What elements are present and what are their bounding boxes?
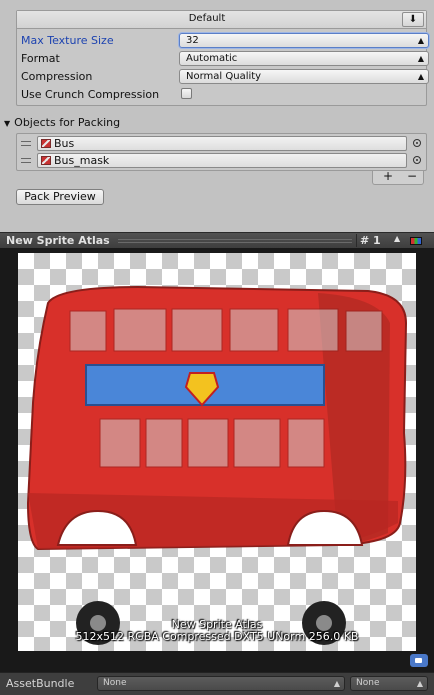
format-label: Format xyxy=(21,52,60,65)
platform-tab-label: Default xyxy=(188,13,226,24)
dropdown-arrow-icon: ▲ xyxy=(333,679,340,688)
crunch-row: Use Crunch Compression xyxy=(21,87,423,103)
format-value: Automatic xyxy=(186,53,238,64)
compression-dropdown[interactable]: Normal Quality ▲ xyxy=(179,69,429,84)
asset-bundle-name-dropdown[interactable]: None ▲ xyxy=(97,676,345,691)
compression-value: Normal Quality xyxy=(186,71,262,82)
asset-bundle-variant-dropdown[interactable]: None ▲ xyxy=(350,676,428,691)
preview-header: New Sprite Atlas # 1 ▲ xyxy=(0,232,434,248)
list-item: Bus_mask xyxy=(17,152,426,169)
object-picker-icon[interactable] xyxy=(413,156,421,164)
atlas-texture-preview xyxy=(18,253,416,651)
asset-bundle-label: AssetBundle xyxy=(6,677,75,690)
dropdown-arrow-icon: ▲ xyxy=(417,54,424,63)
pack-preview-button[interactable]: Pack Preview xyxy=(16,189,104,205)
object-field-bus[interactable]: Bus xyxy=(37,136,407,151)
platform-settings-panel: Default ⬇ Max Texture Size 32 ▲︎ Format … xyxy=(16,10,429,106)
texture-icon xyxy=(41,156,51,165)
max-texture-size-value: 32 xyxy=(186,35,199,46)
max-texture-size-dropdown[interactable]: 32 ▲︎ xyxy=(179,33,429,48)
objects-for-packing-header[interactable]: ▼ Objects for Packing xyxy=(4,116,120,129)
download-icon[interactable]: ⬇ xyxy=(402,12,424,27)
objects-for-packing-title: Objects for Packing xyxy=(14,116,121,129)
add-item-button[interactable]: + xyxy=(383,169,393,183)
page-dropdown-icon[interactable]: ▲ xyxy=(394,234,400,243)
asset-bundle-bar: AssetBundle None ▲ None ▲ xyxy=(0,672,434,695)
bus-sprite-image xyxy=(26,285,408,645)
object-name: Bus xyxy=(54,137,75,150)
drag-handle-icon[interactable] xyxy=(21,158,31,163)
atlas-format-text: 512x512 RGBA Compressed DXT5 UNorm 256.0… xyxy=(75,630,359,643)
asset-bundle-variant-value: None xyxy=(356,678,380,688)
crunch-checkbox[interactable] xyxy=(181,88,192,99)
object-field-bus-mask[interactable]: Bus_mask xyxy=(37,153,407,168)
divider xyxy=(356,234,357,247)
crunch-label: Use Crunch Compression xyxy=(21,88,160,101)
compression-label: Compression xyxy=(21,70,93,83)
label-tag-icon[interactable] xyxy=(410,654,428,667)
max-texture-size-label: Max Texture Size xyxy=(21,34,114,47)
platform-tab[interactable]: Default ⬇ xyxy=(17,11,426,29)
dropdown-arrow-icon: ▲ xyxy=(416,679,423,688)
asset-bundle-name-value: None xyxy=(103,678,127,688)
drag-handle-icon[interactable] xyxy=(21,141,31,146)
dropdown-arrow-icon: ▲ xyxy=(417,72,424,81)
max-texture-size-row: Max Texture Size 32 ▲︎ xyxy=(21,33,429,49)
remove-item-button[interactable]: − xyxy=(407,169,417,183)
format-dropdown[interactable]: Automatic ▲ xyxy=(179,51,429,66)
objects-list: Bus Bus_mask xyxy=(16,133,427,171)
compression-row: Compression Normal Quality ▲ xyxy=(21,69,429,85)
list-item: Bus xyxy=(17,135,426,152)
page-label: # 1 xyxy=(360,234,381,247)
resize-grip-icon[interactable] xyxy=(118,239,352,243)
texture-icon xyxy=(41,139,51,148)
object-name: Bus_mask xyxy=(54,154,110,167)
foldout-triangle-icon[interactable]: ▼ xyxy=(4,119,10,128)
list-footer: + − xyxy=(372,169,424,185)
preview-area: New Sprite Atlas 512x512 RGBA Compressed… xyxy=(0,248,434,672)
rgb-channel-icon[interactable] xyxy=(410,237,422,245)
dropdown-arrow-icon: ▲︎ xyxy=(417,36,424,45)
object-picker-icon[interactable] xyxy=(413,139,421,147)
format-row: Format Automatic ▲ xyxy=(21,51,429,67)
preview-title: New Sprite Atlas xyxy=(6,234,110,247)
